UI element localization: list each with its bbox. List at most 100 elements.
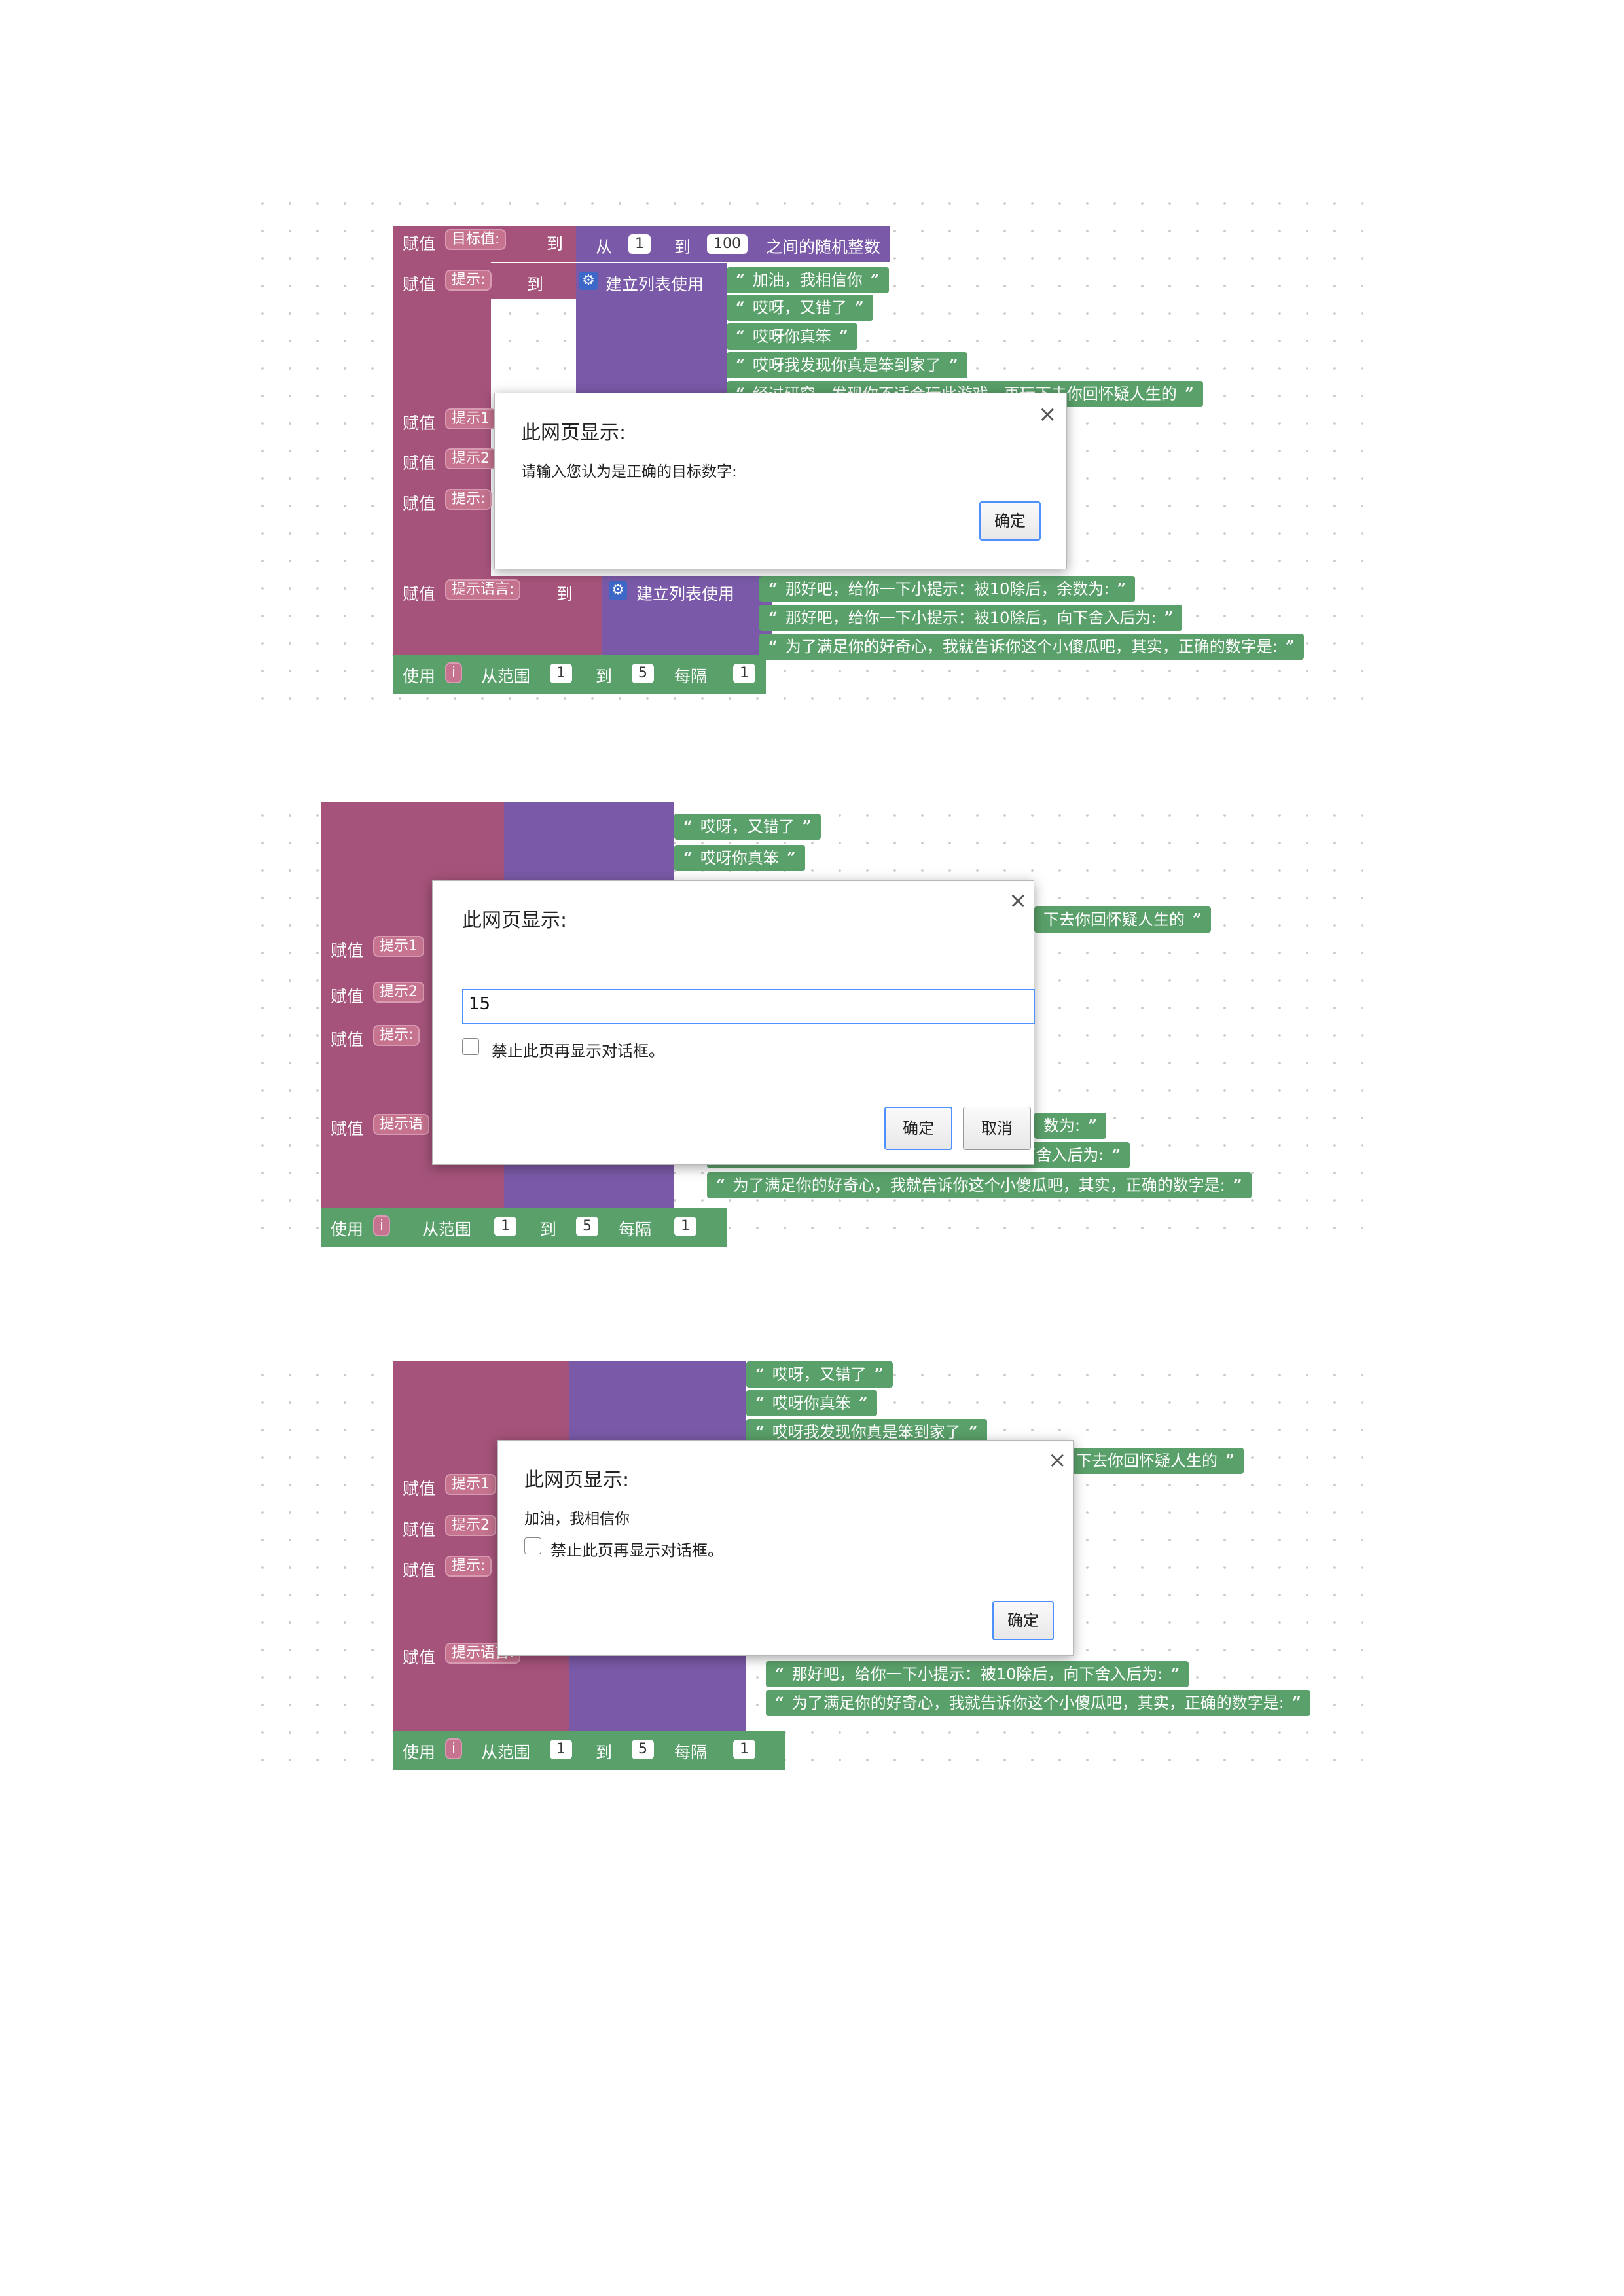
- var-tip1[interactable]: 提示1: [373, 936, 424, 957]
- from-label: 从: [596, 238, 613, 257]
- text-block[interactable]: “哎呀你真笨”: [727, 323, 857, 350]
- random-label: 之间的随机整数: [766, 238, 881, 257]
- text-block-cut[interactable]: 数为:”: [1034, 1113, 1106, 1139]
- step-label: 每隔: [674, 1743, 708, 1762]
- range-to-value[interactable]: 5: [632, 1740, 654, 1759]
- range-step-value[interactable]: 1: [733, 664, 755, 683]
- var-i[interactable]: i: [445, 1738, 463, 1759]
- var-tip2[interactable]: 提示2: [445, 448, 496, 469]
- text-value: 哎呀，又错了: [772, 1365, 867, 1384]
- range-to-value[interactable]: 5: [632, 664, 654, 683]
- ok-button[interactable]: 确定: [884, 1107, 952, 1150]
- text-block[interactable]: “哎呀你真笨”: [746, 1390, 877, 1416]
- var-tip2[interactable]: 提示2: [445, 1515, 496, 1536]
- set-label: 赋值: [403, 1648, 436, 1667]
- range-label: 从范围: [422, 1220, 472, 1239]
- text-value: 那好吧，给你一下小提示：被10除后，向下舍入后为:: [791, 1665, 1163, 1683]
- var-i[interactable]: i: [445, 662, 463, 683]
- to-label: 到: [596, 667, 613, 686]
- text-block-cut[interactable]: 下去你回怀疑人生的”: [1034, 906, 1211, 933]
- var-tiplang-cut[interactable]: 提示语: [373, 1114, 430, 1135]
- text-value: 哎呀你真笨: [700, 849, 779, 867]
- alert-dialog: 此网页显示: × 请输入您认为是正确的目标数字: 确定: [494, 393, 1067, 569]
- var-tip[interactable]: 提示:: [445, 489, 492, 510]
- gear-icon[interactable]: ⚙: [579, 272, 598, 290]
- text-value: 哎呀，又错了: [752, 298, 847, 317]
- range-label: 从范围: [481, 1743, 531, 1762]
- var-tips[interactable]: 提示:: [445, 270, 492, 291]
- text-block[interactable]: “那好吧，给你一下小提示：被10除后，向下舍入后为:”: [766, 1661, 1189, 1687]
- close-icon[interactable]: ×: [1048, 1447, 1067, 1473]
- text-block[interactable]: “哎呀，又错了”: [746, 1361, 893, 1388]
- set-label: 赋值: [403, 1479, 436, 1498]
- text-value: 下去你回怀疑人生的: [1076, 1452, 1218, 1470]
- text-block[interactable]: “那好吧，给你一下小提示：被10除后，余数为:”: [759, 576, 1136, 602]
- text-block[interactable]: “哎呀你真笨”: [674, 845, 805, 871]
- ok-button[interactable]: 确定: [992, 1601, 1054, 1640]
- text-value: 那好吧，给你一下小提示：被10除后，向下舍入后为:: [785, 609, 1157, 627]
- dialog-title: 此网页显示:: [521, 422, 626, 444]
- var-target[interactable]: 目标值:: [445, 229, 507, 250]
- var-tip2[interactable]: 提示2: [373, 982, 424, 1003]
- alert-dialog: 此网页显示: × 加油，我相信你 禁止此页再显示对话框。 确定: [497, 1440, 1074, 1656]
- suppress-label: 禁止此页再显示对话框。: [492, 1042, 664, 1060]
- range-to-value[interactable]: 5: [576, 1217, 598, 1236]
- text-block[interactable]: “为了满足你的好奇心，我就告诉你这个小傻瓜吧，其实，正确的数字是:”: [759, 634, 1304, 660]
- set-label: 赋值: [403, 584, 436, 603]
- dialog-message: 加油，我相信你: [524, 1511, 630, 1528]
- close-icon[interactable]: ×: [1009, 888, 1028, 914]
- text-value: 哎呀你真笨: [772, 1394, 851, 1412]
- use-label: 使用: [331, 1220, 364, 1239]
- text-block[interactable]: “加油，我相信你”: [727, 267, 889, 293]
- set-label: 赋值: [331, 987, 364, 1006]
- text-block[interactable]: “哎呀，又错了”: [727, 295, 873, 321]
- set-label: 赋值: [331, 1119, 364, 1138]
- text-block[interactable]: “哎呀，又错了”: [674, 814, 821, 840]
- range-step-value[interactable]: 1: [733, 1740, 755, 1759]
- close-icon[interactable]: ×: [1038, 401, 1057, 427]
- dialog-title: 此网页显示:: [524, 1469, 630, 1492]
- set-label: 赋值: [403, 454, 436, 473]
- text-value: 数为:: [1043, 1117, 1081, 1135]
- set-label: 赋值: [403, 1561, 436, 1580]
- text-value: 那好吧，给你一下小提示：被10除后，余数为:: [785, 580, 1110, 598]
- text-value: 为了满足你的好奇心，我就告诉你这个小傻瓜吧，其实，正确的数字是:: [732, 1176, 1225, 1194]
- range-step-value[interactable]: 1: [674, 1217, 696, 1236]
- rand-from-value[interactable]: 1: [628, 234, 651, 254]
- step-label: 每隔: [674, 667, 708, 686]
- gear-icon[interactable]: ⚙: [609, 581, 627, 600]
- suppress-checkbox[interactable]: [462, 1038, 479, 1055]
- use-label: 使用: [403, 1743, 436, 1762]
- to-label: 到: [556, 584, 573, 603]
- text-block-cut[interactable]: 下去你回怀疑人生的”: [1067, 1448, 1244, 1474]
- prompt-input[interactable]: 15: [462, 989, 1035, 1024]
- dialog-title: 此网页显示:: [462, 909, 568, 932]
- suppress-checkbox[interactable]: [524, 1537, 541, 1554]
- var-tip[interactable]: 提示:: [445, 1556, 492, 1577]
- build-list-label: 建立列表使用: [636, 584, 735, 603]
- var-i[interactable]: i: [373, 1215, 391, 1236]
- var-tip[interactable]: 提示:: [373, 1025, 420, 1046]
- var-tip1[interactable]: 提示1: [445, 408, 496, 429]
- dialog-message: 请输入您认为是正确的目标数字:: [521, 463, 737, 480]
- text-block[interactable]: “那好吧，给你一下小提示：被10除后，向下舍入后为:”: [759, 605, 1183, 631]
- cancel-button[interactable]: 取消: [963, 1107, 1031, 1150]
- to-label: 到: [540, 1220, 557, 1239]
- range-from-value[interactable]: 1: [550, 664, 572, 683]
- step-label: 每隔: [619, 1220, 652, 1239]
- text-block[interactable]: “为了满足你的好奇心，我就告诉你这个小傻瓜吧，其实，正确的数字是:”: [766, 1690, 1310, 1716]
- text-value: 哎呀我发现你真是笨到家了: [752, 356, 941, 374]
- var-tip1[interactable]: 提示1: [445, 1474, 496, 1495]
- rand-to-value[interactable]: 100: [707, 234, 748, 254]
- range-from-value[interactable]: 1: [550, 1740, 572, 1759]
- range-from-value[interactable]: 1: [494, 1217, 516, 1236]
- ok-button[interactable]: 确定: [979, 501, 1041, 541]
- text-value: 哎呀你真笨: [752, 327, 831, 346]
- set-label: 赋值: [403, 1520, 436, 1539]
- range-label: 从范围: [481, 667, 531, 686]
- text-block[interactable]: “为了满足你的好奇心，我就告诉你这个小傻瓜吧，其实，正确的数字是:”: [707, 1172, 1252, 1198]
- build-list-label: 建立列表使用: [605, 275, 704, 294]
- var-tiplang[interactable]: 提示语言:: [445, 579, 521, 600]
- text-block[interactable]: “哎呀我发现你真是笨到家了”: [727, 352, 967, 378]
- prompt-dialog: 此网页显示: × 15 禁止此页再显示对话框。 确定 取消: [432, 880, 1035, 1165]
